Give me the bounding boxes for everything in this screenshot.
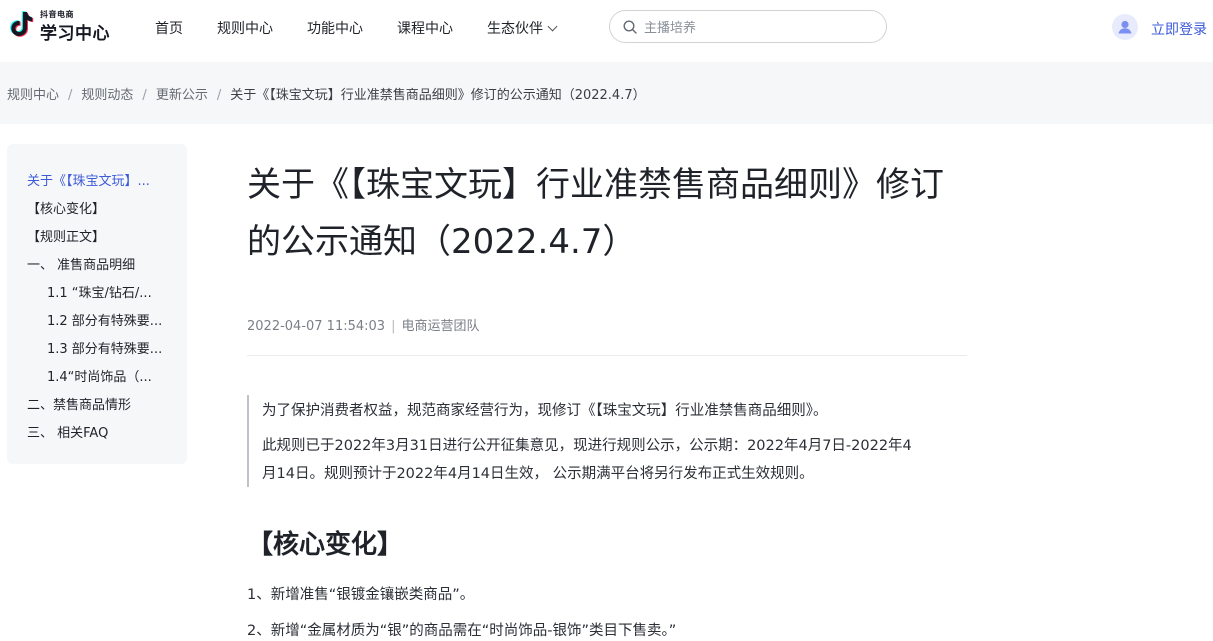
douyin-logo-icon — [10, 11, 34, 37]
breadcrumb-item-announcements[interactable]: 更新公示 — [156, 88, 208, 103]
article-meta: 2022-04-07 11:54:03 | 电商运营团队 — [247, 315, 479, 334]
page-title-line-1: 关于《【珠宝文玩】行业准禁售商品细则》修订 — [247, 165, 944, 205]
intro-quote: 为了保护消费者权益，规范商家经营行为，现修订《【珠宝文玩】行业准禁售商品细则》。… — [247, 395, 971, 487]
breadcrumb-bar: 规则中心 / 规则动态 / 更新公示 / 关于《【珠宝文玩】行业准禁售商品细则》修订的公示通… — [0, 62, 1213, 124]
toc-item-section-3[interactable]: 三、 相关FAQ — [27, 422, 177, 441]
top-header: 抖音电商 学习中心 首页 规则中心 功能中心 课程中心 生态伙伴 立即登录 — [0, 0, 1213, 62]
search-box[interactable] — [609, 10, 887, 43]
breadcrumb-item-rule-center[interactable]: 规则中心 — [7, 88, 59, 103]
breadcrumb-item-rule-updates[interactable]: 规则动态 — [81, 88, 133, 103]
list-item: 2、新增“金属材质为“银”的商品需在“时尚饰品-银饰”类目下售卖。” — [247, 623, 677, 639]
table-of-contents: 关于《【珠宝文玩】... 【核心变化】 【规则正文】 一、 准售商品明细 1.1… — [7, 144, 187, 464]
breadcrumb-separator: / — [142, 88, 147, 103]
meta-divider: | — [391, 319, 396, 334]
nav-rule-center[interactable]: 规则中心 — [217, 18, 273, 38]
logo[interactable]: 抖音电商 学习中心 — [8, 8, 118, 44]
page-title-line-2: 的公示通知（2022.4.7） — [247, 222, 637, 262]
nav-ecosystem-label: 生态伙伴 — [487, 21, 543, 37]
divider — [247, 355, 967, 356]
nav-ecosystem-partner[interactable]: 生态伙伴 — [487, 18, 558, 38]
nav-home[interactable]: 首页 — [155, 18, 183, 38]
section-heading-core-changes: 【核心变化】 — [247, 530, 404, 560]
breadcrumb-separator: / — [68, 88, 73, 103]
toc-item-core-changes[interactable]: 【核心变化】 — [27, 198, 177, 217]
toc-item-1-4[interactable]: 1.4“时尚饰品（... — [47, 366, 175, 385]
toc-item-section-1[interactable]: 一、 准售商品明细 — [27, 254, 177, 273]
user-icon — [1118, 20, 1132, 34]
page-title: 关于《【珠宝文玩】行业准禁售商品细则》修订 的公示通知（2022.4.7） — [247, 157, 977, 271]
author: 电商运营团队 — [401, 319, 480, 334]
search-icon — [623, 20, 637, 34]
breadcrumb-separator: / — [216, 88, 222, 103]
quote-paragraph-2-line-1: 此规则已于2022年3月31日进行公开征集意见，现进行规则公示，公示期：2022… — [262, 438, 912, 454]
breadcrumb-item-current: 关于《【珠宝文玩】行业准禁售商品细则》修订的公示通知（2022.4.7） — [230, 88, 646, 103]
toc-item-section-2[interactable]: 二、禁售商品情形 — [27, 394, 177, 413]
toc-item-1-1[interactable]: 1.1 “珠宝/钻石/... — [47, 282, 175, 301]
breadcrumb: 规则中心 / 规则动态 / 更新公示 / 关于《【珠宝文玩】行业准禁售商品细则》修订的公示通… — [7, 84, 646, 103]
toc-item-rule-body[interactable]: 【规则正文】 — [27, 226, 177, 245]
toc-item-title[interactable]: 关于《【珠宝文玩】... — [27, 170, 175, 189]
quote-paragraph-1: 为了保护消费者权益，规范商家经营行为，现修订《【珠宝文玩】行业准禁售商品细则》。 — [262, 403, 828, 419]
login-link[interactable]: 立即登录 — [1151, 19, 1207, 39]
logo-title: 学习中心 — [40, 24, 110, 44]
toc-item-1-2[interactable]: 1.2 部分有特殊要... — [47, 310, 175, 329]
list-item: 1、新增准售“银镀金镶嵌类商品”。 — [247, 587, 475, 603]
nav-feature-center[interactable]: 功能中心 — [307, 18, 363, 38]
search-input[interactable] — [642, 17, 876, 39]
avatar[interactable] — [1112, 14, 1138, 40]
quote-paragraph-2-line-2: 月14日。规则预计于2022年4月14日生效， 公示期满平台将另行发布正式生效规… — [262, 466, 814, 482]
chevron-down-icon — [547, 21, 558, 32]
nav-course-center[interactable]: 课程中心 — [397, 18, 453, 38]
publish-date: 2022-04-07 11:54:03 — [247, 319, 386, 334]
toc-item-1-3[interactable]: 1.3 部分有特殊要... — [47, 338, 175, 357]
